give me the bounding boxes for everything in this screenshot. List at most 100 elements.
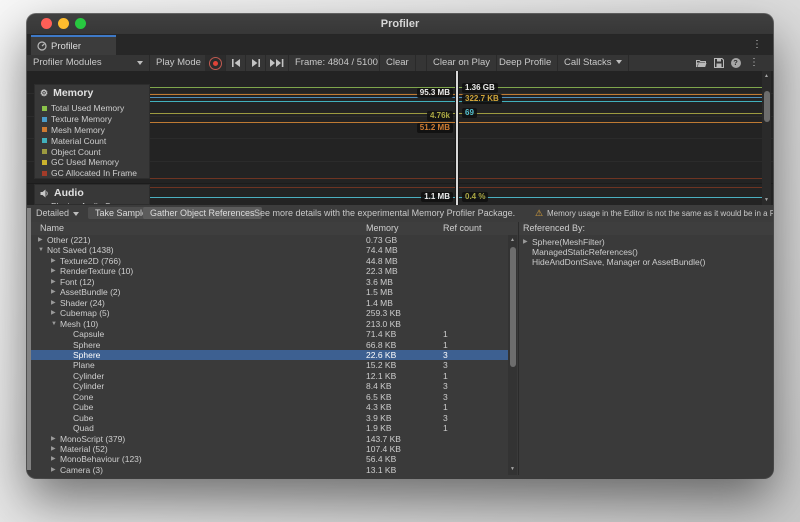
table-row[interactable]: ▶Cubemap (5)259.3 KB xyxy=(27,308,516,318)
previous-frame-button[interactable] xyxy=(226,55,246,71)
record-button[interactable] xyxy=(205,55,226,71)
table-row[interactable]: Quad1.9 KB1 xyxy=(27,423,516,433)
scroll-up-icon[interactable]: ▲ xyxy=(508,237,517,244)
row-memory: 6.5 KB xyxy=(366,392,392,402)
table-scrollbar-thumb[interactable] xyxy=(510,247,516,367)
profiler-modules-dropdown[interactable]: Profiler Modules xyxy=(27,55,150,71)
row-memory: 22.3 MB xyxy=(366,266,398,276)
expand-arrow-icon[interactable]: ▶ xyxy=(51,287,56,297)
clear-on-play-button[interactable]: Clear on Play xyxy=(426,55,497,71)
memory-legend-item[interactable]: Object Count xyxy=(35,146,149,157)
memory-legend-item[interactable]: Total Used Memory xyxy=(35,103,149,114)
table-row[interactable]: ▶Material (52)107.4 KB xyxy=(27,444,516,454)
legend-swatch xyxy=(42,106,47,111)
memory-legend-item[interactable]: Texture Memory xyxy=(35,114,149,125)
expand-arrow-icon[interactable]: ▶ xyxy=(51,308,56,318)
memory-legend-item[interactable]: Mesh Memory xyxy=(35,125,149,136)
current-frame-button[interactable] xyxy=(266,55,289,71)
detailed-view-dropdown[interactable]: Detailed xyxy=(36,205,79,222)
row-memory: 12.1 KB xyxy=(366,371,396,381)
table-row[interactable]: Cube4.3 KB1 xyxy=(27,402,516,412)
collapse-arrow-icon[interactable]: ▼ xyxy=(51,319,57,329)
memory-legend-item[interactable]: GC Allocated In Frame xyxy=(35,168,149,179)
table-row[interactable]: ▶AssetBundle (2)1.5 MB xyxy=(27,287,516,297)
expand-arrow-icon[interactable]: ▶ xyxy=(51,465,56,475)
save-profile-button[interactable] xyxy=(710,55,727,71)
scroll-down-icon[interactable]: ▼ xyxy=(762,197,771,204)
toolbar-context-menu-icon[interactable]: ⋮ xyxy=(747,55,761,71)
floppy-save-icon xyxy=(714,58,724,68)
column-header-refcount[interactable]: Ref count xyxy=(443,222,482,235)
expand-arrow-icon[interactable]: ▶ xyxy=(51,434,56,444)
table-row[interactable]: ▶Shader (24)1.4 MB xyxy=(27,298,516,308)
table-row[interactable]: ▶RenderTexture (10)22.3 MB xyxy=(27,266,516,276)
memory-module-header[interactable]: ⚙ Memory xyxy=(35,85,149,101)
referenced-by-label: HideAndDontSave, Manager or AssetBundle(… xyxy=(532,257,705,267)
gather-object-references-button[interactable]: Gather Object References xyxy=(143,207,262,219)
tab-context-menu-icon[interactable]: ⋮ xyxy=(752,40,762,50)
row-name: AssetBundle (2) xyxy=(60,287,120,297)
table-row[interactable]: Capsule71.4 KB1 xyxy=(27,329,516,339)
load-profile-button[interactable] xyxy=(693,55,710,71)
audio-module-header[interactable]: Audio xyxy=(35,185,149,201)
clear-button[interactable]: Clear xyxy=(379,55,416,71)
scroll-down-icon[interactable]: ▼ xyxy=(508,466,517,473)
referenced-by-item[interactable]: HideAndDontSave, Manager or AssetBundle(… xyxy=(519,257,773,267)
expand-arrow-icon[interactable]: ▶ xyxy=(38,235,43,245)
charts-scrollbar-thumb[interactable] xyxy=(764,91,770,122)
table-row[interactable]: ▶Camera (3)13.1 KB xyxy=(27,465,516,475)
column-header-name[interactable]: Name xyxy=(40,222,64,235)
memory-legend-item[interactable]: GC Used Memory xyxy=(35,157,149,168)
play-mode-dropdown[interactable]: Play Mode xyxy=(150,55,207,71)
expand-arrow-icon[interactable]: ▶ xyxy=(51,256,56,266)
call-stacks-dropdown[interactable]: Call Stacks xyxy=(558,55,629,71)
legend-swatch xyxy=(42,127,47,132)
referenced-by-item[interactable]: ▶ Sphere(MeshFilter) xyxy=(519,237,773,247)
expand-arrow-icon[interactable]: ▶ xyxy=(51,266,56,276)
table-row[interactable]: Cylinder12.1 KB1 xyxy=(27,371,516,381)
charts-scrollbar[interactable]: ▲ ▼ xyxy=(762,71,771,205)
chevron-down-icon xyxy=(616,60,622,64)
table-row[interactable]: Plane15.2 KB3 xyxy=(27,360,516,370)
profiler-charts-area[interactable]: 95.3 MB1.36 GB322.7 KB694.76k51.2 MB1.1 … xyxy=(27,71,773,205)
title-bar[interactable]: Profiler xyxy=(27,14,773,35)
memory-legend-item[interactable]: Material Count xyxy=(35,135,149,146)
expand-arrow-icon[interactable]: ▶ xyxy=(51,444,56,454)
table-row[interactable]: ▼Mesh (10)213.0 KB xyxy=(27,319,516,329)
column-header-memory[interactable]: Memory xyxy=(366,222,399,235)
collapse-arrow-icon[interactable]: ▼ xyxy=(38,245,44,255)
deep-profile-button[interactable]: Deep Profile xyxy=(493,55,558,71)
legend-swatch xyxy=(42,160,47,165)
table-row[interactable]: Sphere22.6 KB3 xyxy=(27,350,516,360)
help-button[interactable]: ? xyxy=(727,55,744,71)
referenced-by-label: Sphere(MeshFilter) xyxy=(532,237,605,247)
table-row[interactable]: Cone6.5 KB3 xyxy=(27,392,516,402)
table-row[interactable]: Sphere66.8 KB1 xyxy=(27,340,516,350)
table-row[interactable]: ▶MonoBehaviour (123)56.4 KB xyxy=(27,454,516,464)
expand-arrow-icon[interactable]: ▶ xyxy=(523,237,528,247)
table-row[interactable]: Cylinder8.4 KB3 xyxy=(27,381,516,391)
table-row[interactable]: ▶Other (221)0.73 GB xyxy=(27,235,516,245)
table-row[interactable]: ▼Not Saved (1438)74.4 MB xyxy=(27,245,516,255)
profiler-gauge-icon xyxy=(37,41,47,51)
table-row[interactable]: ▶MonoScript (379)143.7 KB xyxy=(27,434,516,444)
tab-profiler[interactable]: Profiler xyxy=(31,35,116,55)
warning-icon: ⚠ xyxy=(535,205,543,222)
referenced-by-header: Referenced By: xyxy=(523,222,585,235)
table-row[interactable]: ▶Texture2D (766)44.8 MB xyxy=(27,256,516,266)
folder-open-icon xyxy=(696,59,707,68)
referenced-by-item[interactable]: ManagedStaticReferences() xyxy=(519,247,773,257)
table-row[interactable]: ▶Font (12)3.6 MB xyxy=(27,277,516,287)
table-scrollbar[interactable]: ▲ ▼ xyxy=(508,235,517,475)
table-row[interactable]: Cube3.9 KB3 xyxy=(27,413,516,423)
row-name: Cube xyxy=(73,402,93,412)
chevron-down-icon xyxy=(137,61,143,65)
playhead-line[interactable] xyxy=(456,71,458,205)
row-name: Not Saved (1438) xyxy=(47,245,114,255)
expand-arrow-icon[interactable]: ▶ xyxy=(51,454,56,464)
expand-arrow-icon[interactable]: ▶ xyxy=(51,298,56,308)
next-frame-button[interactable] xyxy=(246,55,266,71)
scroll-up-icon[interactable]: ▲ xyxy=(762,73,771,80)
expand-arrow-icon[interactable]: ▶ xyxy=(51,277,56,287)
window-edge-strip xyxy=(27,208,31,470)
